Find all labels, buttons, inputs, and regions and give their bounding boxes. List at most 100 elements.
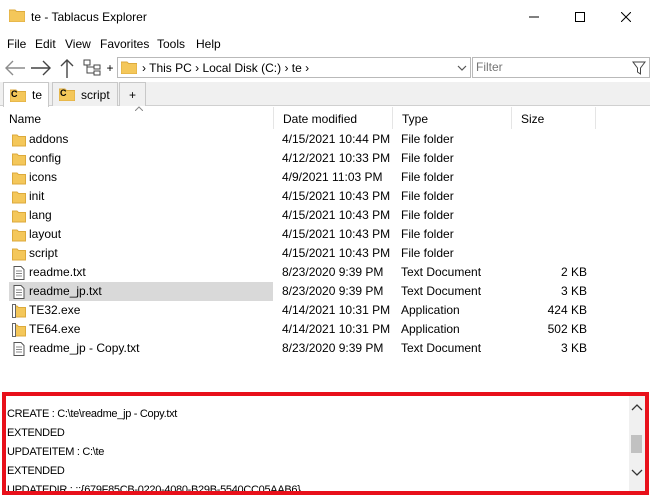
log-line: UPDATEDIR : ::{679F85CB-0220-4080-B29B-5… — [7, 484, 301, 495]
folder-icon — [12, 152, 26, 166]
scrollbar-thumb[interactable] — [631, 435, 642, 453]
file-date: 4/15/2021 10:44 PM — [282, 132, 391, 146]
event-log-text: CREATE : C:\te\readme_jp - Copy.txt EXTEN… — [7, 405, 627, 495]
file-size — [520, 187, 587, 206]
file-row[interactable]: icons 4/9/2021 11:03 PM File folder — [0, 168, 650, 187]
close-button[interactable] — [603, 0, 649, 33]
back-button[interactable] — [3, 58, 27, 78]
tab-script[interactable]: C script — [52, 82, 118, 106]
log-line: EXTENDED — [7, 427, 65, 439]
column-label: Type — [402, 112, 429, 126]
file-date: 4/14/2021 10:31 PM — [282, 303, 391, 317]
file-date: 4/15/2021 10:43 PM — [282, 208, 391, 222]
file-name: config — [29, 151, 62, 165]
up-arrow-icon — [60, 59, 74, 78]
column-label: Date modified — [283, 112, 358, 126]
file-name-cell[interactable]: readme_jp.txt — [9, 282, 273, 301]
file-name-cell[interactable]: readme_jp - Copy.txt — [9, 339, 273, 358]
tab-te[interactable]: C te — [3, 82, 49, 107]
file-name-cell[interactable]: lang — [9, 206, 273, 225]
file-name: script — [29, 246, 58, 260]
file-size — [520, 244, 587, 263]
file-type: File folder — [401, 132, 454, 146]
file-row[interactable]: readme.txt 8/23/2020 9:39 PM Text Document… — [0, 263, 650, 282]
file-name-cell[interactable]: icons — [9, 168, 273, 187]
file-name-cell[interactable]: addons — [9, 130, 273, 149]
file-type: Application — [401, 303, 460, 317]
file-row[interactable]: layout 4/15/2021 10:43 PM File folder — [0, 225, 650, 244]
file-row[interactable]: readme_jp.txt 8/23/2020 9:39 PM Text Docum… — [0, 282, 650, 301]
file-name-cell[interactable]: init — [9, 187, 273, 206]
forward-button[interactable] — [29, 58, 53, 78]
file-type: Text Document — [401, 265, 482, 279]
file-size: 424 KB — [547, 303, 587, 317]
column-header-date[interactable]: Date modified — [274, 107, 393, 129]
file-name-cell[interactable]: TE32.exe — [9, 301, 273, 320]
file-date: 4/15/2021 10:43 PM — [282, 246, 391, 260]
file-row[interactable]: TE32.exe 4/14/2021 10:31 PM Application 424… — [0, 301, 650, 320]
tree-view-button[interactable] — [82, 58, 104, 78]
file-name-cell[interactable]: script — [9, 244, 273, 263]
text-file-icon — [12, 285, 26, 299]
add-button[interactable]: + — [106, 58, 114, 78]
menu-file[interactable]: File — [7, 37, 26, 51]
file-name-cell[interactable]: TE64.exe — [9, 320, 273, 339]
file-row[interactable]: TE64.exe 4/14/2021 10:31 PM Application 502… — [0, 320, 650, 339]
menu-edit[interactable]: Edit — [35, 37, 56, 51]
file-name: addons — [29, 132, 69, 146]
forward-arrow-icon — [31, 60, 51, 76]
folder-icon — [12, 247, 26, 261]
menu-help[interactable]: Help — [196, 37, 221, 51]
file-row[interactable]: script 4/15/2021 10:43 PM File folder — [0, 244, 650, 263]
file-type: File folder — [401, 246, 454, 260]
folder-icon — [12, 228, 26, 242]
file-size: 502 KB — [547, 322, 587, 336]
minimize-button[interactable] — [511, 0, 557, 33]
sort-ascending-icon — [135, 106, 143, 111]
chevron-up-icon[interactable] — [629, 400, 645, 416]
file-date: 4/15/2021 10:43 PM — [282, 227, 391, 241]
minimize-icon — [529, 16, 539, 17]
drive-letter: C — [11, 88, 18, 99]
file-row[interactable]: lang 4/15/2021 10:43 PM File folder — [0, 206, 650, 225]
file-name-cell[interactable]: layout — [9, 225, 273, 244]
maximize-button[interactable] — [557, 0, 603, 33]
file-name-cell[interactable]: readme.txt — [9, 263, 273, 282]
menu-favorites[interactable]: Favorites — [100, 37, 149, 51]
address-bar[interactable]: › This PC › Local Disk (C:) › te › — [117, 57, 471, 78]
file-row[interactable]: readme_jp - Copy.txt 8/23/2020 9:39 PM Tex… — [0, 339, 650, 358]
menu-view[interactable]: View — [65, 37, 91, 51]
maximize-icon — [575, 11, 585, 22]
filter-icon[interactable] — [632, 61, 646, 75]
up-button[interactable] — [58, 58, 76, 78]
file-size — [520, 168, 587, 187]
column-header-type[interactable]: Type — [393, 107, 512, 129]
text-file-icon — [12, 266, 26, 280]
address-path[interactable]: › This PC › Local Disk (C:) › te › — [142, 61, 309, 75]
filter-input[interactable] — [476, 60, 626, 74]
event-log-panel[interactable]: CREATE : C:\te\readme_jp - Copy.txt EXTEN… — [2, 392, 649, 495]
close-icon — [621, 11, 631, 22]
file-type: Text Document — [401, 341, 482, 355]
file-row[interactable]: init 4/15/2021 10:43 PM File folder — [0, 187, 650, 206]
chevron-down-icon[interactable] — [456, 61, 468, 75]
menu-tools[interactable]: Tools — [157, 37, 185, 51]
file-row[interactable]: addons 4/15/2021 10:44 PM File folder — [0, 130, 650, 149]
file-row[interactable]: config 4/12/2021 10:33 PM File folder — [0, 149, 650, 168]
file-name: lang — [29, 208, 52, 222]
chevron-down-icon[interactable] — [629, 464, 645, 480]
text-file-icon — [12, 342, 26, 356]
new-tab-button[interactable]: + — [119, 82, 146, 106]
file-date: 8/23/2020 9:39 PM — [282, 284, 384, 298]
new-tab-label: + — [128, 87, 136, 102]
vertical-scrollbar[interactable] — [629, 396, 645, 491]
file-name: readme_jp - Copy.txt — [29, 341, 140, 355]
file-name-cell[interactable]: config — [9, 149, 273, 168]
file-date: 4/12/2021 10:33 PM — [282, 151, 391, 165]
file-date: 4/14/2021 10:31 PM — [282, 322, 391, 336]
column-header-name[interactable]: Name — [0, 106, 274, 129]
file-type: File folder — [401, 151, 454, 165]
column-header-size[interactable]: Size — [512, 107, 596, 129]
column-label: Size — [521, 112, 545, 126]
file-name: readme_jp.txt — [29, 284, 102, 298]
